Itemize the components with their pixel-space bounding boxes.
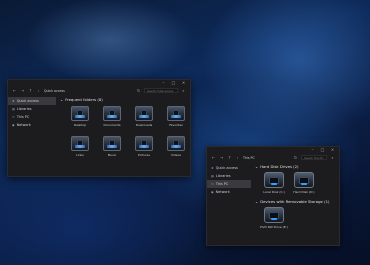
search-icon[interactable]: ⌕ [181,88,186,93]
up-arrow-icon[interactable]: ↑ [28,88,33,93]
folder-label: Videos [171,153,181,157]
folder-favorites[interactable]: Favorites [160,106,192,127]
expand-icon: ⌄ [255,164,259,169]
group-header-label: Hard Disk Drives (2) [260,164,299,169]
folder-label: Documents [103,123,121,127]
star-icon: ★ [12,99,15,103]
group-header-hard-disk-drives[interactable]: ⌄ Hard Disk Drives (2) [255,164,299,169]
back-arrow-icon[interactable]: ← [211,155,216,160]
group-header-label: Frequent folders (8) [65,97,103,102]
folder-videos[interactable]: Videos [160,136,192,157]
search-icon[interactable]: ⌕ [330,155,335,160]
drive-dvd-rw-e[interactable]: DVD RW Drive (E:) [259,207,289,229]
music-folder-icon [103,136,121,151]
refresh-icon[interactable]: ↻ [293,155,298,160]
breadcrumb[interactable]: This PC [243,156,255,160]
this-pc-window: – □ × ← → ↑ › This PC ↻ ⌕ ★ Quick access… [206,146,340,246]
computer-icon: ▭ [12,115,15,119]
library-icon: ▤ [211,174,214,178]
network-icon: ◉ [12,123,15,127]
sidebar-item-label: Quick access [215,166,238,170]
navigation-pane: ★ Quick access ▤ Libraries ▭ This PC ◉ N… [207,164,251,245]
address-toolbar: ← → ↑ › Quick access ↻ ⌕ [8,86,190,95]
address-toolbar: ← → ↑ › This PC ↻ ⌕ [207,153,339,162]
sidebar-item-label: Network [16,123,31,127]
folder-label: Favorites [169,123,183,127]
sidebar-item-label: This PC [16,115,30,119]
sidebar-item-this-pc[interactable]: ▭ This PC [207,180,251,188]
drive-local-disk-c[interactable]: Local Disk (C:) [259,172,289,194]
back-arrow-icon[interactable]: ← [12,88,17,93]
refresh-icon[interactable]: ↻ [136,88,141,93]
drive-label: Hard Disk (D:) [293,190,315,194]
documents-folder-icon [103,106,121,121]
dvd-drive-icon [264,207,284,223]
drive-label: DVD RW Drive (E:) [260,225,288,229]
group-header-removable-storage[interactable]: ⌄ Devices with Removable Storage (1) [255,199,329,204]
drive-hard-disk-d[interactable]: Hard Disk (D:) [289,172,319,194]
folder-music[interactable]: Music [96,136,128,157]
forward-arrow-icon[interactable]: → [20,88,25,93]
close-button[interactable]: × [330,148,335,152]
close-button[interactable]: × [181,81,186,85]
computer-icon: ▭ [211,182,214,186]
folder-pictures[interactable]: Pictures [128,136,160,157]
content-pane: ⌄ Hard Disk Drives (2) Local Disk (C:) H… [253,164,339,245]
folder-downloads[interactable]: Downloads [128,106,160,127]
sidebar-item-label: Libraries [215,174,231,178]
minimize-button[interactable]: – [161,81,166,85]
network-icon: ◉ [211,190,214,194]
links-folder-icon [71,136,89,151]
maximize-button[interactable]: □ [171,81,176,85]
sidebar-item-label: Libraries [16,107,32,111]
sidebar-item-label: Network [215,190,230,194]
breadcrumb-chevron-icon: › [37,88,40,93]
group-header-label: Devices with Removable Storage (1) [260,199,330,204]
maximize-button[interactable]: □ [320,148,325,152]
hard-drive-icon [264,172,284,188]
folder-label: Music [107,153,117,157]
sidebar-item-libraries[interactable]: ▤ Libraries [8,105,56,113]
breadcrumb[interactable]: Quick access [44,89,65,93]
minimize-button[interactable]: – [310,148,315,152]
folder-documents[interactable]: Documents [96,106,128,127]
desktop-folder-icon [71,106,89,121]
quick-access-window: – □ × ← → ↑ › Quick access ↻ ⌕ ★ Quick a… [7,79,191,177]
search-input[interactable] [144,88,178,93]
expand-icon: ⌄ [255,199,259,204]
sidebar-item-quick-access[interactable]: ★ Quick access [8,97,56,105]
hard-drive-icon [294,172,314,188]
folder-label: Downloads [135,123,153,127]
downloads-folder-icon [135,106,153,121]
expand-icon: ⌄ [60,97,64,102]
sidebar-item-quick-access[interactable]: ★ Quick access [207,164,251,172]
group-header-frequent-folders[interactable]: ⌄ Frequent folders (8) [60,97,103,102]
breadcrumb-chevron-icon: › [236,155,239,160]
sidebar-item-network[interactable]: ◉ Network [207,188,251,196]
videos-folder-icon [167,136,185,151]
star-icon: ★ [211,166,214,170]
sidebar-item-this-pc[interactable]: ▭ This PC [8,113,56,121]
pictures-folder-icon [135,136,153,151]
library-icon: ▤ [12,107,15,111]
search-input[interactable] [301,155,327,160]
sidebar-item-label: Quick access [16,99,39,103]
content-pane: ⌄ Frequent folders (8) Desktop Documents… [58,97,190,176]
sidebar-item-network[interactable]: ◉ Network [8,121,56,129]
folder-links[interactable]: Links [64,136,96,157]
up-arrow-icon[interactable]: ↑ [227,155,232,160]
favorites-folder-icon [167,106,185,121]
sidebar-item-label: This PC [215,182,229,186]
sidebar-item-libraries[interactable]: ▤ Libraries [207,172,251,180]
folder-desktop[interactable]: Desktop [64,106,96,127]
folder-label: Desktop [73,123,87,127]
folder-label: Links [76,153,84,157]
drive-label: Local Disk (C:) [263,190,285,194]
folder-label: Pictures [138,153,150,157]
forward-arrow-icon[interactable]: → [219,155,224,160]
navigation-pane: ★ Quick access ▤ Libraries ▭ This PC ◉ N… [8,97,56,176]
